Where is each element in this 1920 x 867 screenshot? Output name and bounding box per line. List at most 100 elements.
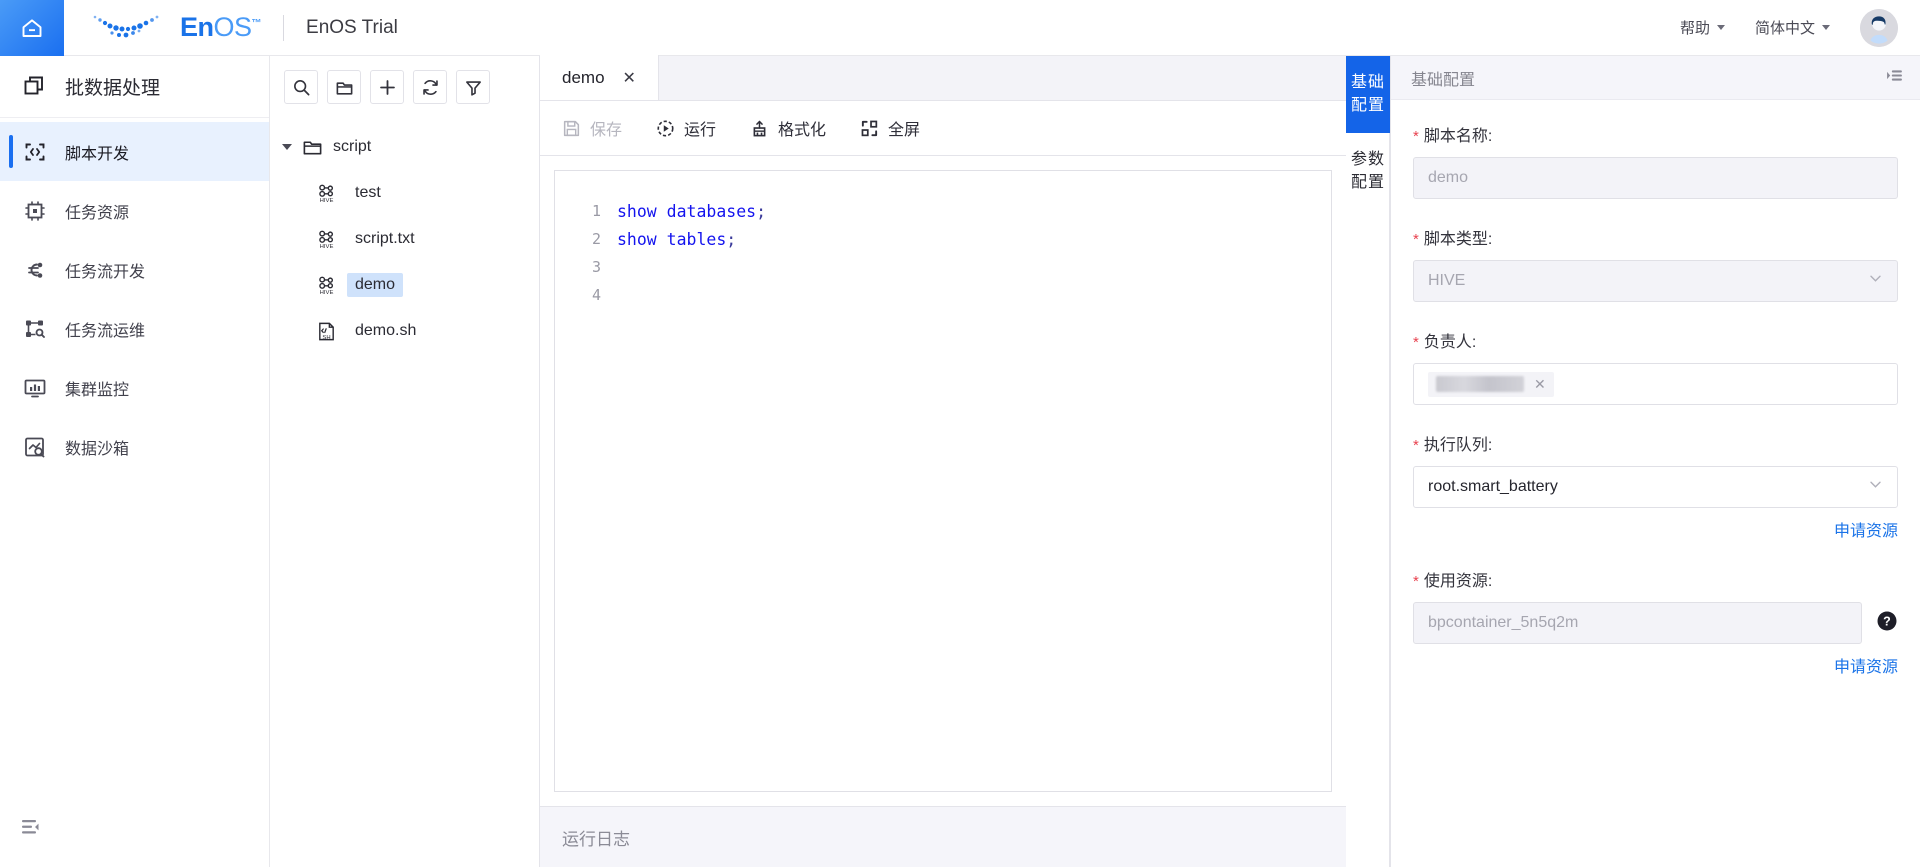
- tree-file-demo[interactable]: HIVE demo: [270, 262, 539, 308]
- sidebar-item-workflow-development[interactable]: 任务流开发: [0, 240, 269, 299]
- config-form: * 脚本名称: demo * 脚本类型: HIVE * 负责人: ✕ * 执行队…: [1391, 100, 1920, 677]
- field-label: * 执行队列:: [1413, 431, 1898, 455]
- field-label-text: 执行队列:: [1423, 437, 1493, 454]
- tab-param-config[interactable]: 参数配置: [1346, 133, 1390, 210]
- editor-tab-demo[interactable]: demo ✕: [540, 55, 659, 100]
- owner-input[interactable]: ✕: [1413, 363, 1898, 405]
- enos-wordmark: EnOS™: [180, 12, 262, 42]
- sidebar-item-label: 集群监控: [65, 381, 130, 399]
- line-number: 3: [591, 258, 601, 276]
- field-label: * 负责人:: [1413, 328, 1898, 352]
- sidebar-item-script-development[interactable]: 脚本开发: [0, 122, 269, 181]
- fullscreen-button[interactable]: 全屏: [860, 116, 920, 140]
- field-label: * 使用资源:: [1413, 567, 1898, 591]
- monitor-chart-icon: [24, 379, 46, 397]
- tree-file-demo-sh[interactable]: SH demo.sh: [270, 308, 539, 354]
- help-button[interactable]: ?: [1876, 610, 1898, 637]
- apply-resource-link-queue[interactable]: 申请资源: [1413, 517, 1898, 541]
- new-folder-button[interactable]: [327, 70, 361, 104]
- sidebar-item-label: 任务流开发: [65, 263, 146, 281]
- field-execution-queue: * 执行队列: root.smart_battery 申请资源: [1413, 431, 1898, 541]
- close-icon[interactable]: ✕: [623, 68, 636, 88]
- field-script-name: * 脚本名称: demo: [1413, 122, 1898, 199]
- field-used-resource: * 使用资源: bpcontainer_5n5q2m ? 申请资源: [1413, 567, 1898, 677]
- run-log-panel[interactable]: 运行日志: [540, 806, 1346, 867]
- code-surface[interactable]: 1 show databases; 2 show tables; 3 4: [554, 170, 1332, 792]
- required-marker: *: [1413, 573, 1419, 590]
- format-icon: [753, 120, 766, 136]
- sidebar-nav-list: 脚本开发 任务资源 任务流开发 任务流运维 集群监控 数据沙箱: [0, 118, 269, 476]
- code-editor-area[interactable]: 1 show databases; 2 show tables; 3 4: [540, 156, 1346, 806]
- field-label-text: 脚本类型:: [1423, 231, 1493, 248]
- chevron-down-icon[interactable]: [282, 144, 292, 150]
- add-button[interactable]: [370, 70, 404, 104]
- batch-data-icon: [24, 76, 43, 94]
- field-label-text: 使用资源:: [1423, 573, 1493, 590]
- redacted-owner-name: [1436, 376, 1524, 392]
- search-button[interactable]: [284, 70, 318, 104]
- editor-toolbar: 保存 运行 格式化 全屏: [540, 101, 1346, 156]
- chip-icon: [25, 200, 45, 221]
- execution-queue-value: root.smart_battery: [1428, 478, 1558, 495]
- file-tree-toolbar: [270, 56, 539, 118]
- shell-file-icon: SH: [319, 322, 334, 341]
- home-button[interactable]: [0, 0, 64, 56]
- sidebar: 批数据处理 脚本开发 任务资源 任务流开发 任务流运维 集群监控 数据沙箱: [0, 56, 270, 867]
- collapse-sidebar-icon: [22, 820, 39, 834]
- config-panel-title: 基础配置: [1411, 71, 1476, 89]
- language-menu[interactable]: 简体中文: [1755, 17, 1830, 38]
- sidebar-item-cluster-monitor[interactable]: 集群监控: [0, 358, 269, 417]
- help-menu[interactable]: 帮助: [1680, 17, 1725, 38]
- format-button[interactable]: 格式化: [750, 116, 826, 140]
- code-line: 2 show tables;: [555, 225, 1331, 253]
- tree-file-script-txt[interactable]: HIVE script.txt: [270, 216, 539, 262]
- tab-basic-config-label: 基础配置: [1350, 74, 1385, 114]
- refresh-button[interactable]: [413, 70, 447, 104]
- tree-file-test[interactable]: HIVE test: [270, 170, 539, 216]
- app-root: EnOS™ EnOS Trial 帮助 简体中文 批数据处理 脚本开发 任务资源…: [0, 0, 1920, 867]
- apply-resource-link-resource[interactable]: 申请资源: [1413, 653, 1898, 677]
- sidebar-item-task-resource[interactable]: 任务资源: [0, 181, 269, 240]
- field-script-type: * 脚本类型: HIVE: [1413, 225, 1898, 302]
- execution-queue-select[interactable]: root.smart_battery: [1413, 466, 1898, 508]
- avatar[interactable]: [1860, 8, 1898, 47]
- help-menu-label: 帮助: [1679, 20, 1710, 37]
- save-icon: [563, 120, 580, 136]
- svg-text:HIVE: HIVE: [320, 244, 334, 250]
- code-brackets-icon: [25, 143, 45, 160]
- remove-owner-icon[interactable]: ✕: [1534, 376, 1546, 393]
- svg-text:HIVE: HIVE: [320, 290, 334, 296]
- sidebar-item-label: 数据沙箱: [65, 440, 130, 458]
- used-resource-input[interactable]: bpcontainer_5n5q2m: [1413, 602, 1862, 644]
- tab-param-config-label: 参数配置: [1350, 151, 1385, 192]
- owner-tag: ✕: [1428, 371, 1554, 397]
- chevron-down-icon: [1716, 25, 1725, 30]
- sidebar-item-data-sandbox[interactable]: 数据沙箱: [0, 417, 269, 476]
- run-button[interactable]: 运行: [656, 116, 716, 140]
- run-log-label: 运行日志: [562, 829, 630, 849]
- sidebar-header: 批数据处理: [0, 56, 269, 118]
- filter-button[interactable]: [456, 70, 490, 104]
- tree-file-label: script.txt: [355, 230, 415, 247]
- hive-file-icon: HIVE: [319, 276, 334, 296]
- panel-collapse-button[interactable]: [1885, 66, 1904, 90]
- run-label: 运行: [684, 122, 717, 139]
- tree-folder-script[interactable]: script: [270, 124, 539, 170]
- sidebar-collapse-button[interactable]: [20, 816, 42, 843]
- logo-os: OS: [213, 12, 253, 42]
- nodes-search-icon: [26, 320, 45, 338]
- user-avatar-icon: [1860, 8, 1898, 47]
- chevron-down-icon: [1868, 271, 1883, 291]
- required-marker: *: [1413, 231, 1419, 248]
- save-button[interactable]: 保存: [562, 116, 622, 140]
- top-bar-right: 帮助 简体中文: [1680, 8, 1920, 47]
- tab-basic-config[interactable]: 基础配置: [1346, 56, 1390, 134]
- script-name-input[interactable]: demo: [1413, 157, 1898, 199]
- script-type-select[interactable]: HIVE: [1413, 260, 1898, 302]
- folder-icon: [336, 81, 352, 95]
- editor-tab-label: demo: [562, 67, 605, 87]
- code-line: 1 show databases;: [555, 197, 1331, 225]
- tree-file-label: demo: [347, 273, 404, 297]
- sidebar-item-workflow-ops[interactable]: 任务流运维: [0, 299, 269, 358]
- refresh-icon: [422, 79, 438, 95]
